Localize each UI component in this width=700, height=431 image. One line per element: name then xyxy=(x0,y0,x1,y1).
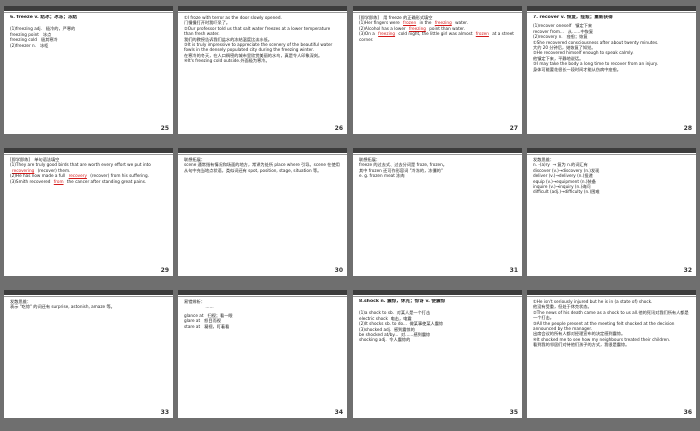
slide-body: ①I froze with terror as the door slowly … xyxy=(184,15,341,123)
slide-text-line: stare at 凝视，盯着看 xyxy=(184,323,230,329)
slide-number: 36 xyxy=(683,409,692,416)
slide-number: 34 xyxy=(334,409,343,416)
slide-header-rule xyxy=(178,296,347,297)
slide-text-line: (3)Smith recovered from the cancer after… xyxy=(10,178,147,184)
answer-text: freezing xyxy=(378,31,396,37)
slide-thumbnail-27[interactable]: [即学即练] 用 freeze 的正确形式填空 (1)Her fingers we… xyxy=(353,6,522,134)
answer-text: recovery xyxy=(68,173,87,179)
answer-text: freezing xyxy=(434,20,452,26)
slide-body: 联想拓展： freeze 的过去式、过去分词是 froze, frozen。 其中 … xyxy=(359,157,516,265)
slide-header-rule xyxy=(353,154,522,155)
slide-header-rule xyxy=(527,296,696,297)
slide-text-line: ③All the people present at the meeting f… xyxy=(533,320,676,332)
slide-header-rule xyxy=(527,154,696,155)
slide-text-line: 身体可能要花很长一段时间才能从伤病中痊愈。 xyxy=(533,66,621,72)
slide-number: 32 xyxy=(683,267,692,274)
slide-text-line: ③It is truly impressive to appreciate th… xyxy=(184,42,334,53)
slide-thumbnail-35[interactable]: 8.shock n. 震惊，休克；惊讶 v. 使震惊 (1)a shock to … xyxy=(353,290,522,418)
slide-text-line: ②The news of his death came as a shock t… xyxy=(533,309,689,321)
slide-body: 发散思维： n. -(a)ry → 复为 n.的词汇有 discover (v.)→… xyxy=(533,157,690,265)
slide-text-line: difficult (adj.)→difficulty (n.)困难 xyxy=(533,189,600,195)
slide-text-line: 看到我的邻居们对待他们孩子的方式，我很是震惊。 xyxy=(533,342,630,348)
slide-body: [即学即练] 用 freeze 的正确形式填空 (1)Her fingers we… xyxy=(359,15,516,123)
slide-number: 30 xyxy=(334,267,343,274)
slide-body: 7. recover v. 恢复，痊愈；重新获得 (1)recover onese… xyxy=(533,15,690,123)
answer-text: from xyxy=(53,178,64,184)
slide-body: ①He isn't seriously injured but he is in… xyxy=(533,299,690,407)
slide-number: 25 xyxy=(160,125,169,132)
slide-header-rule xyxy=(4,296,173,297)
answer-text: recovering xyxy=(12,167,35,173)
slide-body: 发散思维： 表示 "吃惊" 的词还有 surprise, astonish, am… xyxy=(10,299,167,407)
slide-header-rule xyxy=(178,154,347,155)
slide-number: 31 xyxy=(509,267,518,274)
slide-header-rule xyxy=(527,12,696,13)
slide-thumbnail-36[interactable]: ①He isn't seriously injured but he is in… xyxy=(527,290,696,418)
slide-number: 29 xyxy=(160,267,169,274)
slide-text-line: scene 通常指有情况和场面的地方，常译为处所 place where 引导。… xyxy=(184,162,340,173)
slide-header-rule xyxy=(4,154,173,155)
slide-text-line: e. g. frozen meat 冻肉 xyxy=(359,173,405,179)
slide-thumbnail-32[interactable]: 发散思维： n. -(a)ry → 复为 n.的词汇有 discover (v.)→… xyxy=(527,148,696,276)
slide-header-rule xyxy=(353,12,522,13)
slide-text-line: ④It's freezing cold outside.外面极为寒冷。 xyxy=(184,58,270,64)
slide-number: 28 xyxy=(683,125,692,132)
slide-thumbnail-26[interactable]: ①I froze with terror as the door slowly … xyxy=(178,6,347,134)
slide-thumbnail-33[interactable]: 发散思维： 表示 "吃惊" 的词还有 surprise, astonish, am… xyxy=(4,290,173,418)
answer-text: freezing xyxy=(408,25,426,31)
slide-number: 33 xyxy=(160,409,169,416)
slide-thumbnail-29[interactable]: [即学即练] 单句语法填空 (1)They are truly good bird… xyxy=(4,148,173,276)
slide-text-line: shocking adj. 令人震惊的 xyxy=(359,337,411,343)
slide-text-line: 8.shock n. 震惊，休克；惊讶 v. 使震惊 xyxy=(359,299,446,304)
slide-thumbnail-30[interactable]: 联想拓展： scene 通常指有情况和场面的地方，常译为处所 place wher… xyxy=(178,148,347,276)
slide-header-rule xyxy=(353,296,522,297)
answer-text: frozen xyxy=(403,20,417,26)
slide-body: 8.shock n. 震惊，休克；惊讶 v. 使震惊 (1)a shock to … xyxy=(359,299,516,407)
slide-number: 27 xyxy=(509,125,518,132)
slide-body: [即学即练] 单句语法填空 (1)They are truly good bird… xyxy=(10,157,167,265)
slide-body: 易错辨析： …… glance at 扫视；看一眼 glare at 怒目而视 sta… xyxy=(184,299,341,407)
slide-thumbnail-31[interactable]: 联想拓展： freeze 的过去式、过去分词是 froze, frozen。 其中 … xyxy=(353,148,522,276)
slide-number: 26 xyxy=(334,125,343,132)
answer-text: frozen xyxy=(475,31,489,37)
slide-text-line: (1)They are truly good birds that are wo… xyxy=(10,162,153,173)
slide-number: 35 xyxy=(509,409,518,416)
slide-text-line: (3)On a freezing cold night, the little … xyxy=(359,31,516,42)
slide-body: 6. freeze v. 结冰；冰冻；冻结 (1)freezing adj. 极冷… xyxy=(10,15,167,123)
slide-text-line: 表示 "吃惊" 的词还有 surprise, astonish, amaze 等… xyxy=(10,304,115,310)
slide-body: 联想拓展： scene 通常指有情况和场面的地方，常译为处所 place wher… xyxy=(184,157,341,265)
slide-header-rule xyxy=(178,12,347,13)
slide-thumbnail-28[interactable]: 7. recover v. 恢复，痊愈；重新获得 (1)recover onese… xyxy=(527,6,696,134)
slide-text-line: (2)freezer n. 冰柜 xyxy=(10,42,49,48)
slide-text-line: 6. freeze v. 结冰；冰冻；冻结 xyxy=(10,15,78,20)
slide-header-rule xyxy=(4,12,173,13)
slide-thumbnail-25[interactable]: 6. freeze v. 结冰；冰冻；冻结 (1)freezing adj. 极冷… xyxy=(4,6,173,134)
slide-thumbnail-34[interactable]: 易错辨析： …… glance at 扫视；看一眼 glare at 怒目而视 sta… xyxy=(178,290,347,418)
slide-text-line: 7. recover v. 恢复，痊愈；重新获得 xyxy=(533,15,613,20)
slide-text-line: ②Our professor told us that salt water f… xyxy=(184,25,332,37)
